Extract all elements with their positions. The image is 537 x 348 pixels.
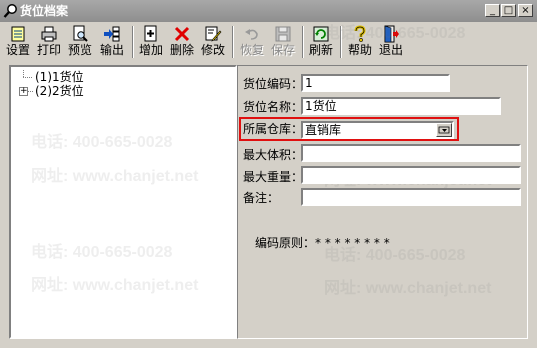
- location-tree[interactable]: (1)1货位 + (2)2货位 电话: 400-665-0028 网址: www…: [9, 65, 237, 339]
- add-label: 增加: [138, 43, 163, 57]
- code-field[interactable]: 1: [301, 74, 450, 92]
- save-icon: [275, 26, 291, 42]
- export-icon: [104, 26, 120, 42]
- max-weight-field[interactable]: [301, 166, 521, 184]
- tree-item[interactable]: + (2)2货位: [19, 84, 84, 98]
- toolbar-separator: [132, 26, 134, 58]
- save-label: 保存: [270, 43, 295, 57]
- warehouse-value: 直销库: [305, 123, 342, 137]
- tree-connector: [23, 70, 25, 77]
- print-button[interactable]: 打印: [35, 24, 63, 60]
- max-weight-label: 最大重量：: [243, 170, 304, 184]
- delete-label: 删除: [169, 43, 194, 57]
- watermark-site: 网址: www.chanjet.net: [31, 168, 199, 185]
- preview-button[interactable]: 预览: [66, 24, 94, 60]
- watermark-phone: 电话: 400-665-0028: [31, 244, 173, 261]
- settings-icon: [11, 26, 25, 42]
- preview-label: 预览: [67, 43, 92, 57]
- export-button[interactable]: 输出: [97, 24, 127, 60]
- note-field[interactable]: [301, 188, 521, 206]
- tree-item-label: (1)1货位: [35, 70, 84, 84]
- undo-icon: [245, 29, 258, 40]
- window-title: 货位档案: [20, 4, 69, 18]
- undo-label: 恢复: [239, 43, 264, 57]
- note-label: 备注：: [243, 191, 280, 205]
- watermark-phone: 电话: 400-665-0028: [31, 134, 173, 151]
- export-label: 输出: [99, 43, 124, 57]
- edit-button[interactable]: 修改: [199, 24, 227, 60]
- refresh-label: 刷新: [308, 43, 333, 57]
- watermark-site: 网址: www.chanjet.net: [31, 277, 199, 294]
- code-label: 货位编码：: [243, 77, 304, 91]
- warehouse-select[interactable]: 直销库: [301, 121, 454, 139]
- add-icon: [144, 25, 157, 42]
- toolbar-separator: [232, 26, 234, 58]
- lookup-icon: [438, 126, 450, 134]
- settings-button[interactable]: 设置: [4, 24, 32, 60]
- delete-button[interactable]: 删除: [168, 24, 196, 60]
- lookup-button[interactable]: [436, 123, 452, 137]
- settings-label: 设置: [5, 43, 30, 57]
- maximize-button[interactable]: □: [501, 4, 516, 17]
- minimize-button[interactable]: _: [485, 4, 500, 17]
- preview-icon: [73, 25, 88, 42]
- help-label: 帮助: [347, 43, 372, 57]
- delete-icon: [174, 26, 190, 42]
- tree-item-label: (2)2货位: [35, 84, 84, 98]
- watermark-phone: 电话: 400-665-0028: [324, 25, 466, 42]
- close-button[interactable]: ×: [518, 4, 533, 17]
- tree-connector: [28, 91, 33, 93]
- edit-icon: [205, 26, 222, 42]
- watermark-site: 网址: www.chanjet.net: [324, 280, 492, 297]
- warehouse-label: 所属仓库：: [243, 122, 304, 136]
- printer-icon: [41, 26, 57, 42]
- add-button[interactable]: 增加: [137, 24, 165, 60]
- max-volume-field[interactable]: [301, 144, 521, 162]
- tree-item[interactable]: (1)1货位: [19, 70, 84, 84]
- magnifier-icon: [3, 4, 17, 18]
- exit-label: 退出: [378, 43, 403, 57]
- window: 货位档案 _ □ × 设置 打印 预览 输出 增加 删除 修改 恢复 保存 刷新…: [0, 0, 537, 348]
- name-label: 货位名称：: [243, 100, 304, 114]
- undo-button[interactable]: 恢复: [238, 24, 266, 60]
- coding-rule-text: 编码原则：* * * * * * * *: [255, 236, 390, 250]
- tree-connector: [23, 77, 32, 79]
- toolbar-separator: [302, 26, 304, 58]
- expand-icon[interactable]: +: [19, 87, 28, 96]
- print-label: 打印: [36, 43, 61, 57]
- edit-label: 修改: [200, 43, 225, 57]
- name-field[interactable]: 1货位: [301, 97, 501, 115]
- save-button[interactable]: 保存: [269, 24, 297, 60]
- max-volume-label: 最大体积：: [243, 148, 304, 162]
